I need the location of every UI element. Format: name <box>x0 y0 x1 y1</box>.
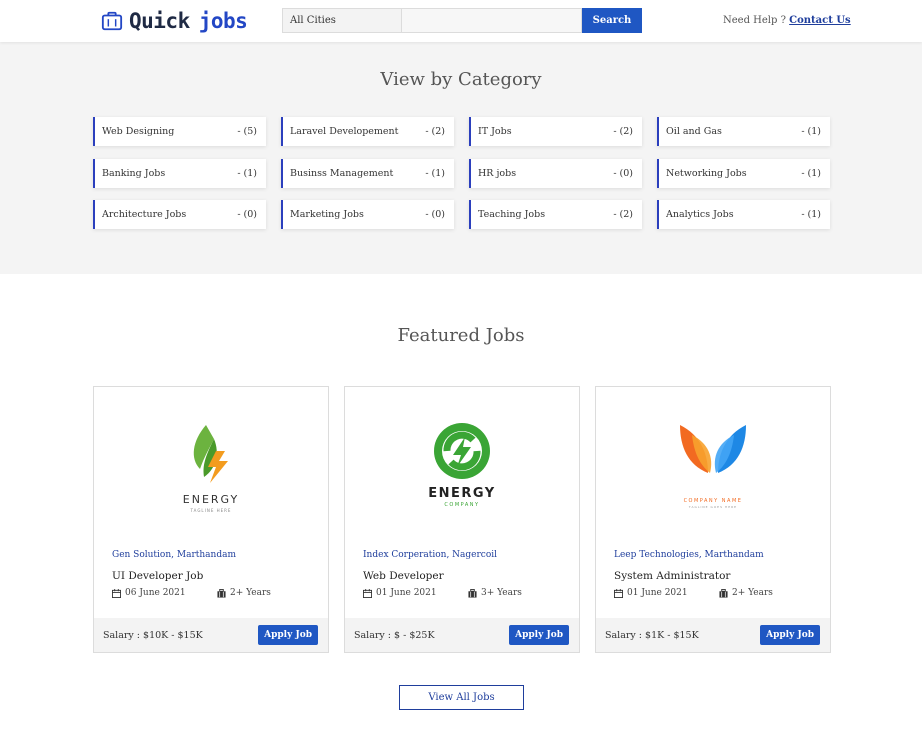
calendar-icon <box>112 588 121 598</box>
category-name: HR jobs <box>478 168 517 179</box>
job-card[interactable]: COMPANY NAME TAGLINE GOES HERE Leep Tech… <box>595 386 831 653</box>
job-card[interactable]: ENERGY COMPANY Index Corperation, Nagerc… <box>344 386 580 653</box>
category-name: Oil and Gas <box>666 126 722 137</box>
category-count: - (0) <box>613 168 633 179</box>
job-date: 01 June 2021 <box>376 588 437 598</box>
category-item[interactable]: Analytics Jobs - (1) <box>657 200 830 229</box>
job-title[interactable]: Web Developer <box>363 570 444 582</box>
category-item[interactable]: Marketing Jobs - (0) <box>281 200 454 229</box>
site-logo[interactable]: Quick jobs <box>101 8 248 34</box>
category-item[interactable]: Networking Jobs - (1) <box>657 159 830 188</box>
category-item[interactable]: Oil and Gas - (1) <box>657 117 830 146</box>
category-count: - (1) <box>801 168 821 179</box>
category-count: - (1) <box>801 126 821 137</box>
category-name: IT Jobs <box>478 126 512 137</box>
job-title[interactable]: System Administrator <box>614 570 730 582</box>
job-salary: Salary : $ - $25K <box>354 629 435 641</box>
job-experience: 2+ Years <box>732 588 773 598</box>
apply-job-button[interactable]: Apply Job <box>760 625 820 645</box>
company-logo-butterfly: COMPANY NAME TAGLINE GOES HERE <box>680 425 746 509</box>
help-text: Need Help ? Contact Us <box>723 15 851 26</box>
search-input[interactable] <box>402 8 582 33</box>
category-count: - (0) <box>425 209 445 220</box>
logo-tagline: TAGLINE GOES HERE <box>688 505 737 509</box>
job-company[interactable]: Leep Technologies, Marthandam <box>614 550 764 560</box>
category-name: Businss Management <box>290 168 394 179</box>
job-meta: 01 June 2021 3+ Years <box>363 588 563 598</box>
category-item[interactable]: Businss Management - (1) <box>281 159 454 188</box>
job-meta: 01 June 2021 2+ Years <box>614 588 814 598</box>
job-company[interactable]: Index Corperation, Nagercoil <box>363 550 497 560</box>
category-name: Analytics Jobs <box>666 209 734 220</box>
apply-job-button[interactable]: Apply Job <box>258 625 318 645</box>
calendar-icon <box>363 588 372 598</box>
logo-wordmark: ENERGY <box>183 493 239 506</box>
category-name: Marketing Jobs <box>290 209 364 220</box>
category-name: Banking Jobs <box>102 168 166 179</box>
company-logo-energy-leaf: ENERGY TAGLINE HERE <box>183 425 239 513</box>
contact-us-link[interactable]: Contact Us <box>789 15 851 26</box>
category-count: - (5) <box>237 126 257 137</box>
logo-tagline: COMPANY <box>444 502 479 508</box>
briefcase-icon <box>719 588 728 598</box>
category-count: - (2) <box>613 126 633 137</box>
logo-text-jobs: jobs <box>198 9 248 33</box>
job-salary: Salary : $1K - $15K <box>605 629 699 641</box>
category-count: - (0) <box>237 209 257 220</box>
job-card-footer: Salary : $10K - $15K Apply Job <box>94 618 328 652</box>
view-all-jobs-button[interactable]: View All Jobs <box>399 685 524 710</box>
search-button[interactable]: Search <box>582 8 642 33</box>
job-company[interactable]: Gen Solution, Marthandam <box>112 550 236 560</box>
briefcase-icon <box>101 11 123 31</box>
briefcase-icon <box>468 588 477 598</box>
search-bar: All Cities Search <box>282 8 642 33</box>
logo-text-quick: Quick <box>129 9 190 33</box>
category-item[interactable]: Teaching Jobs - (2) <box>469 200 642 229</box>
job-date: 01 June 2021 <box>627 588 688 598</box>
category-item[interactable]: Web Designing - (5) <box>93 117 266 146</box>
category-item[interactable]: HR jobs - (0) <box>469 159 642 188</box>
job-date: 06 June 2021 <box>125 588 186 598</box>
job-card-footer: Salary : $1K - $15K Apply Job <box>596 618 830 652</box>
category-section: View by Category <box>0 42 922 274</box>
company-logo-energy-circle: ENERGY COMPANY <box>428 423 495 508</box>
help-label: Need Help ? <box>723 15 786 26</box>
logo-tagline: TAGLINE HERE <box>190 508 232 513</box>
job-card[interactable]: ENERGY TAGLINE HERE Gen Solution, Martha… <box>93 386 329 653</box>
city-select[interactable]: All Cities <box>282 8 402 33</box>
category-count: - (1) <box>801 209 821 220</box>
category-name: Web Designing <box>102 126 175 137</box>
category-count: - (2) <box>613 209 633 220</box>
category-item[interactable]: Architecture Jobs - (0) <box>93 200 266 229</box>
job-experience: 2+ Years <box>230 588 271 598</box>
category-name: Networking Jobs <box>666 168 747 179</box>
category-section-title: View by Category <box>380 69 542 90</box>
calendar-icon <box>614 588 623 598</box>
category-count: - (1) <box>425 168 445 179</box>
category-name: Laravel Developement <box>290 126 399 137</box>
apply-job-button[interactable]: Apply Job <box>509 625 569 645</box>
logo-wordmark: ENERGY <box>428 486 495 501</box>
job-card-footer: Salary : $ - $25K Apply Job <box>345 618 579 652</box>
job-experience: 3+ Years <box>481 588 522 598</box>
job-title[interactable]: UI Developer Job <box>112 570 203 582</box>
category-item[interactable]: Laravel Developement - (2) <box>281 117 454 146</box>
category-item[interactable]: Banking Jobs - (1) <box>93 159 266 188</box>
category-count: - (2) <box>425 126 445 137</box>
featured-section-title: Featured Jobs <box>397 325 525 346</box>
site-header: Quick jobs All Cities Search Need Help ?… <box>0 0 922 42</box>
category-name: Teaching Jobs <box>478 209 546 220</box>
job-meta: 06 June 2021 2+ Years <box>112 588 312 598</box>
category-item[interactable]: IT Jobs - (2) <box>469 117 642 146</box>
category-count: - (1) <box>237 168 257 179</box>
category-name: Architecture Jobs <box>102 209 187 220</box>
job-salary: Salary : $10K - $15K <box>103 629 203 641</box>
briefcase-icon <box>217 588 226 598</box>
logo-wordmark: COMPANY NAME <box>684 498 743 504</box>
